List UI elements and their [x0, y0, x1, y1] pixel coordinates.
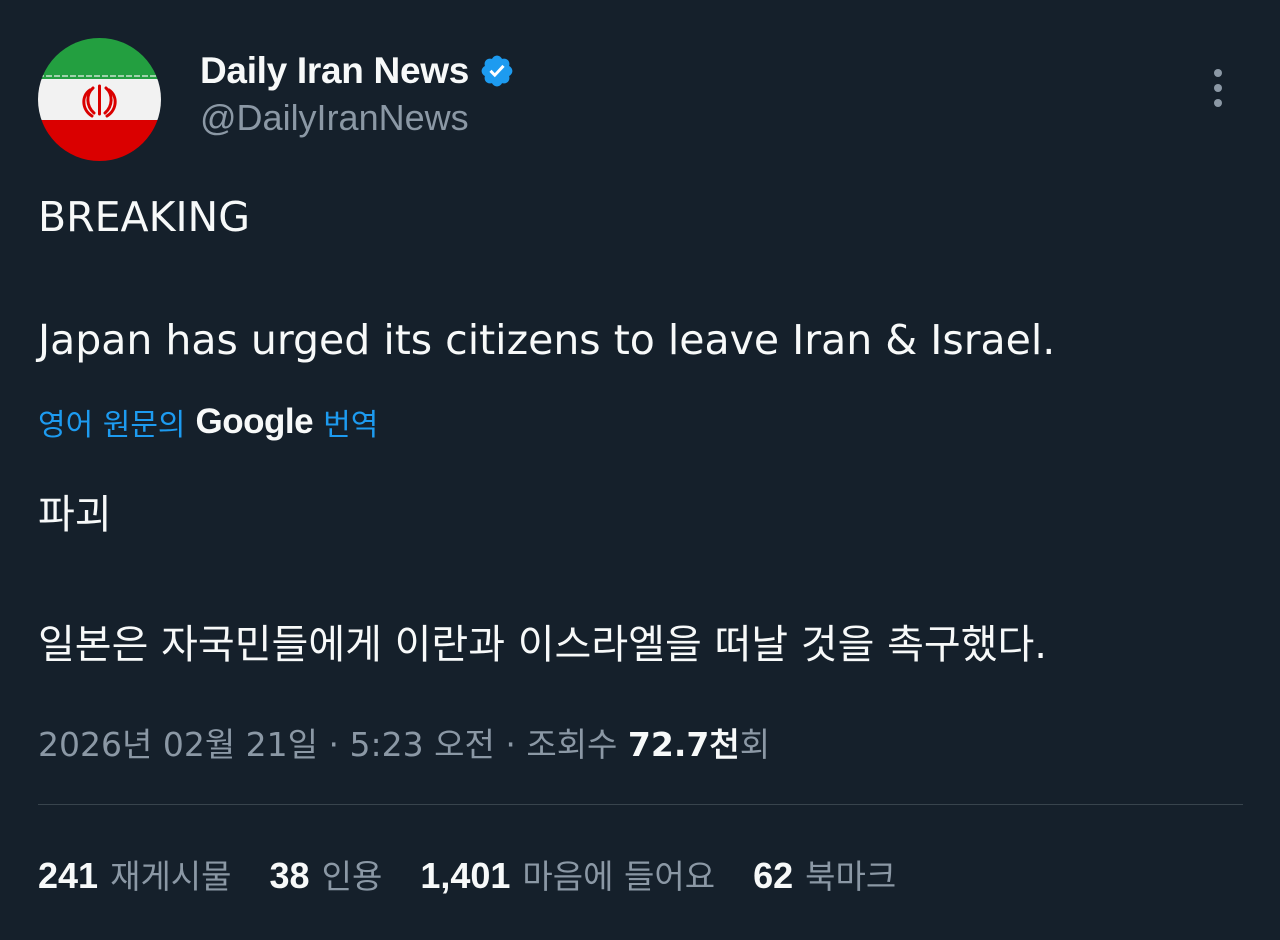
translation-attribution[interactable]: 영어 원문의 Google 번역: [38, 400, 378, 444]
google-logo: Google: [195, 402, 314, 441]
reposts-stat[interactable]: 241 재게시물: [38, 850, 232, 898]
post-meta: 2026년 02월 21일 · 5:23 오전 · 조회수 72.7천회: [38, 718, 770, 766]
translation-prefix[interactable]: 영어 원문의: [38, 400, 186, 444]
author-name-row[interactable]: Daily Iran News: [200, 50, 515, 92]
views-count: 72.7천: [627, 725, 740, 764]
quotes-label: 인용: [321, 857, 383, 896]
translation-suffix[interactable]: 번역: [323, 400, 378, 444]
reposts-label: 재게시물: [110, 857, 232, 896]
post-text-line-2: Japan has urged its citizens to leave Ir…: [38, 316, 1056, 364]
author-handle[interactable]: @DailyIranNews: [200, 97, 469, 139]
more-options-vertical-icon: [1214, 69, 1222, 77]
bookmarks-count: 62: [753, 855, 794, 896]
post-date[interactable]: 2026년 02월 21일: [38, 725, 318, 764]
views-label: 조회수: [526, 725, 618, 764]
tweet-detail: Daily Iran News @DailyIranNews BREAKING …: [0, 0, 1280, 940]
likes-stat[interactable]: 1,401 마음에 들어요: [420, 850, 715, 898]
post-text-line-1: BREAKING: [38, 193, 250, 241]
bookmarks-stat[interactable]: 62 북마크: [753, 850, 896, 898]
more-options-button[interactable]: [1196, 64, 1240, 112]
author-avatar[interactable]: [38, 38, 161, 161]
author-display-name[interactable]: Daily Iran News: [200, 50, 469, 92]
post-time[interactable]: 5:23 오전: [350, 725, 495, 764]
divider: [38, 804, 1243, 805]
translated-text-line-1: 파괴: [38, 492, 112, 538]
likes-count: 1,401: [420, 855, 511, 896]
likes-label: 마음에 들어요: [522, 857, 716, 896]
meta-separator: ·: [494, 725, 527, 764]
quotes-stat[interactable]: 38 인용: [270, 850, 383, 898]
bookmarks-label: 북마크: [805, 857, 897, 896]
views-suffix: 회: [739, 725, 771, 764]
iran-flag-avatar-icon: [38, 38, 161, 161]
verified-badge-icon: [479, 53, 515, 89]
translated-text-line-2: 일본은 자국민들에게 이란과 이스라엘을 떠날 것을 촉구했다.: [38, 622, 1048, 668]
quotes-count: 38: [269, 855, 310, 896]
meta-separator: ·: [318, 725, 350, 764]
reposts-count: 241: [38, 855, 99, 896]
engagement-stats: 241 재게시물 38 인용 1,401 마음에 들어요 62 북마크: [38, 850, 934, 898]
